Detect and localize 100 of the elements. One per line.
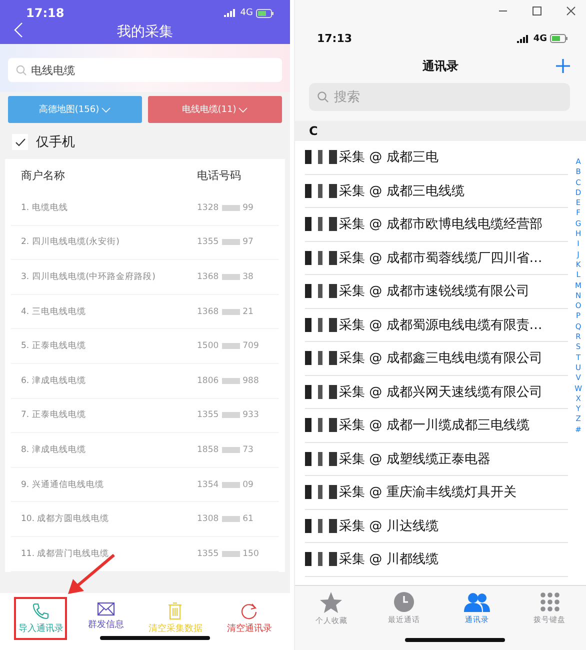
battery-icon: [256, 8, 274, 18]
phone-number: 1858: [197, 444, 219, 455]
network-label: 4G: [240, 8, 253, 18]
redaction-block: [222, 550, 240, 557]
contact-name[interactable]: 采集 @ 成都一川缆成都三电线缆: [339, 416, 530, 434]
phone-number: 99: [242, 202, 254, 213]
redaction-block: [305, 150, 337, 164]
merchant-name: 3. 四川电线电缆(中环路金府路段): [21, 270, 156, 283]
checkbox[interactable]: [12, 134, 28, 150]
status-time: 17:18: [26, 6, 64, 20]
redaction-block: [305, 351, 337, 366]
filter-dropdown[interactable]: 电线电缆(11): [148, 96, 282, 123]
contact-name[interactable]: 采集 @ 川达线缆: [339, 516, 438, 535]
redaction-block: [222, 412, 240, 418]
search-field[interactable]: 电线电缆: [8, 58, 282, 82]
checkbox-label: 仅手机: [36, 134, 75, 151]
merchant-name: 8. 津成电线电缆: [21, 444, 87, 456]
phone-icon[interactable]: [32, 602, 50, 620]
phone-number: 988: [242, 376, 259, 386]
toolbar-label[interactable]: 清空通讯录: [226, 622, 272, 635]
redaction-block: [305, 552, 337, 566]
phone-number: 1308: [197, 514, 219, 524]
people-icon[interactable]: [464, 592, 490, 612]
search-icon: [317, 91, 329, 103]
caret-icon: [238, 106, 248, 112]
phone-number: 709: [242, 341, 259, 352]
phone-number: 38: [242, 272, 254, 282]
maximize-icon[interactable]: [532, 6, 542, 16]
contact-name[interactable]: 采集 @ 重庆渝丰线缆灯具开关: [339, 483, 516, 502]
contact-name[interactable]: 采集 @ 成都蜀源电线电缆有限责…: [339, 316, 542, 334]
toolbar-label[interactable]: 群发信息: [88, 618, 124, 631]
redaction-block: [222, 378, 240, 384]
battery-icon: [550, 34, 568, 43]
contact-name[interactable]: 采集 @ 成都三电线缆: [339, 182, 464, 200]
screen-title: 通讯录: [422, 58, 458, 74]
redaction-block: [222, 516, 240, 522]
network-label: 4G: [533, 34, 547, 44]
column-header: 电话号码: [197, 168, 242, 182]
redaction-block: [305, 418, 337, 432]
phone-number: 1355: [197, 548, 219, 559]
phone-number: 1354: [197, 480, 219, 490]
search-field[interactable]: 搜索: [309, 83, 570, 111]
redaction-block: [305, 250, 337, 265]
phone-number: 21: [242, 306, 254, 317]
keypad-icon[interactable]: [540, 592, 560, 612]
redaction-block: [222, 343, 240, 350]
phone-number: 73: [242, 444, 254, 455]
envelope-icon[interactable]: [96, 602, 115, 616]
redaction-block: [305, 452, 337, 466]
contact-name[interactable]: 采集 @ 成都三电: [339, 148, 438, 166]
filter-dropdown[interactable]: 高德地图(156): [8, 96, 142, 123]
merchant-name: 4. 三电电线电缆: [21, 306, 87, 318]
phone-number: 97: [242, 237, 254, 248]
status-time: 17:13: [317, 32, 352, 45]
redaction-block: [305, 184, 337, 198]
phone-number: 1368: [197, 306, 219, 317]
contact-name[interactable]: 采集 @ 成都市速锐线缆有限公司: [339, 282, 530, 300]
contact-name[interactable]: 采集 @ 成都市蜀蓉线缆厂四川省…: [339, 248, 542, 267]
redaction-block: [305, 284, 337, 298]
clock-icon[interactable]: [394, 592, 414, 612]
merchant-name: 1. 电缆电线: [21, 202, 69, 214]
signal-icon: [224, 9, 238, 17]
contact-name[interactable]: 采集 @ 川都线缆: [339, 550, 438, 568]
signal-icon: [517, 34, 530, 42]
section-letter: C: [309, 124, 318, 138]
star-icon[interactable]: [320, 592, 342, 613]
redaction-block: [222, 308, 240, 315]
phone-number: 1368: [197, 272, 219, 282]
phone-number: 1500: [197, 341, 219, 352]
caret-icon: [101, 106, 112, 112]
contact-name[interactable]: 采集 @ 成都兴网天速线缆有限公司: [339, 382, 542, 401]
contact-name[interactable]: 采集 @ 成都市欧博电线电缆经营部: [339, 215, 542, 234]
phone-number: 1328: [197, 202, 219, 213]
redaction-block: [222, 274, 240, 280]
phone-number: 1806: [197, 376, 219, 386]
redaction-block: [222, 204, 240, 211]
merchant-name: 2. 四川电线电缆(永安街): [21, 236, 120, 248]
redaction-block: [305, 384, 337, 399]
contact-name[interactable]: 采集 @ 成塑线缆正泰电器: [339, 450, 490, 468]
redaction-block: [222, 446, 240, 453]
redaction-block: [305, 518, 337, 533]
phone-number: 1355: [197, 410, 219, 420]
add-icon[interactable]: [556, 59, 570, 73]
merchant-name: 10. 成都方圆电线电缆: [21, 513, 110, 526]
merchant-name: 9. 兴通通信电线电缆: [21, 478, 105, 491]
phone-number: 1355: [197, 237, 219, 248]
merchant-name: 5. 正泰电线电缆: [21, 340, 87, 352]
redaction-block: [222, 239, 240, 246]
redaction-block: [305, 485, 337, 500]
back-icon[interactable]: [14, 22, 23, 38]
redaction-block: [222, 482, 240, 488]
phone-number: 933: [242, 410, 259, 420]
merchant-name: 6. 津成电线电缆: [21, 374, 87, 387]
redaction-block: [305, 217, 337, 232]
close-icon[interactable]: [566, 6, 576, 16]
phone-number: 61: [242, 514, 254, 524]
refresh-icon[interactable]: [240, 602, 258, 620]
screen-title: 我的采集: [117, 23, 173, 41]
contact-name[interactable]: 采集 @ 成都鑫三电线电缆有限公司: [339, 349, 542, 368]
phone-number: 09: [242, 480, 254, 490]
